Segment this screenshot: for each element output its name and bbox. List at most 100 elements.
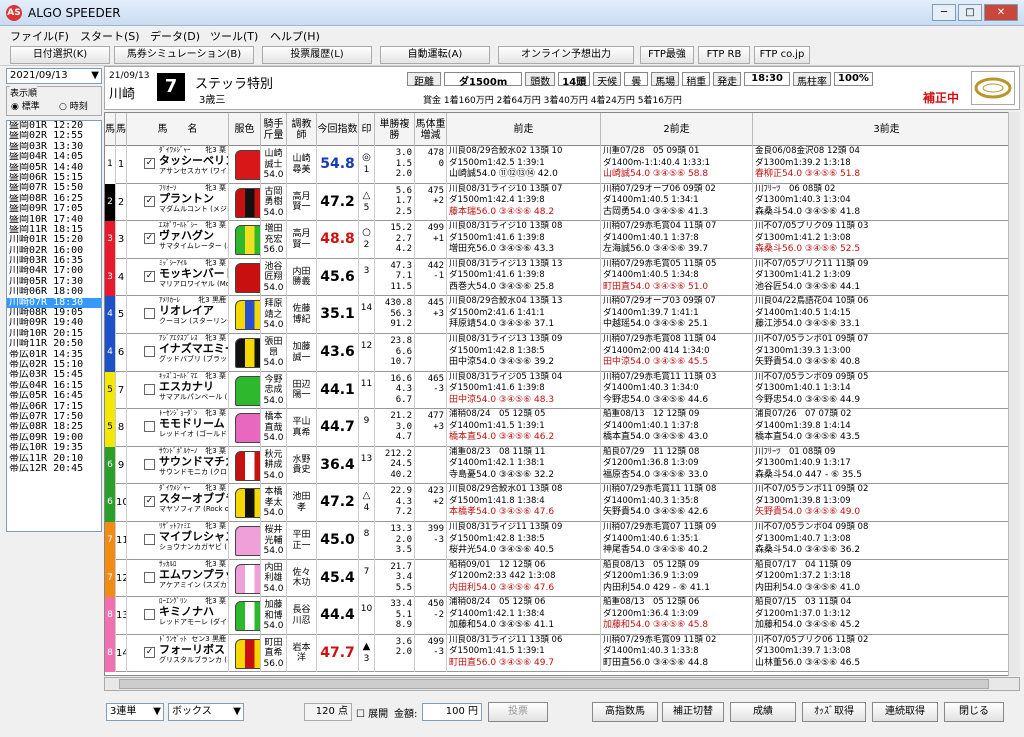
menu-item[interactable]: データ(D) [150,28,200,44]
menu-item[interactable]: ヘルプ(H) [270,28,320,44]
amount-input[interactable]: 100 円 [422,703,482,721]
previous-race-cell[interactable]: 浦稍08/24 05 12頭 06 ダ1400m1:42.1 1:38:4 加藤和5… [447,597,601,635]
previous-race-cell[interactable]: 川稍07/29オープ06 09頭 02 ダ1400m1:40.5 1:34:1 古岡… [601,183,753,222]
race-list-item[interactable]: 川崎01R 15:20 [7,235,101,245]
table-row[interactable]: 11✓ﾀﾞｲﾜﾒｼﾞｬｰ 牝3 栗タッシーベリンダアサンセスカヤ (ワイルドラッ… [105,146,1019,184]
maximize-button[interactable]: □ [958,4,982,21]
previous-race-cell[interactable]: 川稍07/29赤毛賞04 11頭 07 ダ1400m1:40.1 1:37:8 左海… [601,221,753,259]
horse-checkbox[interactable] [144,458,155,470]
previous-race-cell[interactable]: 浦稍08/24 05 12頭 05 ダ1400m1:41.5 1:39:1 橋本直5… [447,409,601,447]
previous-race-cell[interactable]: 浦良07/26 07 07頭 02 ダ1400m1:39.8 1:4:14 橋本直5… [753,409,1019,447]
horse-checkbox[interactable]: ✓ [144,233,155,245]
previous-race-cell[interactable]: 川良08/31ライジ11 13頭 09 ダ1500m1:42.8 1:38:5 桜井… [447,522,601,560]
previous-race-cell[interactable]: 川稍07/29赤毛賞11 11頭 03 ダ1400m1:40.3 1:34:0 今野… [601,371,753,410]
radio-time[interactable]: ○ 時刻 [59,99,88,112]
race-list-item[interactable]: 盛岡11R 18:15 [7,225,101,235]
bottom-action-button[interactable]: 閉じる [944,702,1004,722]
bottom-action-button[interactable]: 高指数馬 [592,702,658,722]
table-row[interactable]: 45ｱﾒﾘｶｰﾚ 牝3 黒鹿リオレイアクーヨン (スターリングローズ)拜原靖之5… [105,296,1019,334]
bottom-action-button[interactable]: 連続取得 [872,702,938,722]
race-list-item[interactable]: 帯広06R 17:15 [7,402,101,412]
race-list-item[interactable]: 川崎09R 19:40 [7,318,101,328]
previous-race-cell[interactable]: 川不07/05ランボ11 09頭 02 ダ1300m1:39.8 1:3:09 矢野… [753,484,1019,522]
race-list-item[interactable]: 川崎05R 17:30 [7,277,101,287]
table-row[interactable]: 712ｻｯｶﾙﾛ 牝3 栗エムワンプラッサムアケアミイン (スズカマンボ)内田利… [105,559,1019,598]
race-list-item[interactable]: 帯広04R 16:15 [7,381,101,391]
race-list-item[interactable]: 盛岡04R 14:05 [7,152,101,162]
table-row[interactable]: 711 ﾘｻﾞｯﾄﾌｧﾐｴ 牝3 栗マイブレシャスワンショウナンカガヤビ (フレン… [105,522,1019,560]
previous-race-cell[interactable]: 川不07/05ランボ09 09頭 05 ダ1300m1:40.1 1:3:14 今野… [753,372,1019,410]
previous-race-cell[interactable]: 川良08/31ライジ11 13頭 06 ダ1500m1:41.5 1:39:1 町田… [447,634,601,673]
horse-checkbox[interactable]: ✓ [144,158,155,169]
race-list-item[interactable]: 帯広03R 15:45 [7,370,101,380]
race-list-item[interactable]: 川崎03R 16:35 [7,256,101,266]
toolbar-button[interactable]: オンライン予想出力 [498,46,634,64]
race-list-item[interactable]: 川崎06R 18:00 [7,287,101,297]
horse-name[interactable]: イナズマエミール [159,343,228,355]
race-list-item[interactable]: 盛岡07R 15:50 [7,183,101,193]
table-row[interactable]: 34✓ﾐｯﾞｼｰｱｲﾙ 牝3 栗モッキンバードヒルマリアロワイヤル (Montj… [105,258,1019,297]
previous-race-cell[interactable]: 船良07/29 11 12頭 08 ダ1200m1:36.8 1:3:09 福原杏5… [601,446,753,485]
race-list-item[interactable]: 川崎04R 17:00 [7,266,101,276]
table-row[interactable]: 813 ﾛｰｴﾝｸﾞﾘﾝ 牝3 栗キミノナハレッドアモーレ (ダイワメジャー) 加藤… [105,597,1019,635]
previous-race-cell[interactable]: 川良08/29合鮫水01 13頭 08 ダ1500m1:41.8 1:38:4 本橋… [447,484,601,522]
horse-checkbox[interactable] [144,534,155,545]
race-list-item[interactable]: 帯広08R 18:25 [7,422,101,432]
horse-name[interactable]: タッシーベリンダ [159,155,228,167]
previous-race-cell[interactable]: 浦重08/23 08 11頭 11 ダ1400m1:42.1 1:38:1 寺島憂5… [447,446,601,485]
menu-item[interactable]: スタート(S) [80,28,140,44]
race-list-item[interactable]: 帯広07R 17:50 [7,412,101,422]
previous-race-cell[interactable]: 川良08/31ライジ10 13頭 08 ダ1500m1:41.6 1:39:8 増田… [447,221,601,259]
horse-checkbox[interactable]: ✓ [144,270,155,282]
horse-checkbox[interactable] [144,308,155,320]
race-list-item[interactable]: 盛岡08R 16:25 [7,194,101,204]
race-list-item[interactable]: 盛岡02R 12:55 [7,131,101,141]
previous-race-cell[interactable]: 船良07/15 03 11頭 04 ダ1200m1:37.0 1:3:12 加藤和5… [753,597,1019,635]
horse-name[interactable]: キミノナハ [159,606,228,618]
race-list-item[interactable]: 帯広10R 19:35 [7,443,101,453]
minimize-button[interactable]: ─ [932,4,956,21]
toolbar-button[interactable]: 日付選択(K) [10,46,110,64]
race-list-item[interactable]: 盛岡03R 13:30 [7,142,101,152]
previous-race-cell[interactable]: 川良08/29合鮫水04 13頭 13 ダ1500m2:41.6 1:41:1 拜原… [447,296,601,334]
table-row[interactable]: 610 ✓ﾀﾞｲﾜﾒｼﾞｬｰ 牝3 栗スターオブブラッドマヤソフィア (Rock … [105,484,1019,522]
horse-name[interactable]: エスカナリ [159,380,228,393]
race-list-item[interactable]: 盛岡10R 17:40 [7,215,101,225]
race-list[interactable]: 盛岡01R 12:20 盛岡02R 12:55 盛岡03R 13:30 盛岡04R 1… [6,120,102,532]
table-row[interactable]: 33 ✓ｴｽﾎﾟﾜｰﾙﾄﾞｼｰ 牝3 栗ヴァハグンサマタイムレーター (エンドスウ… [105,221,1019,259]
race-list-item[interactable]: 帯広05R 16:45 [7,391,101,401]
table-row[interactable]: 814 ✓ﾄﾞﾗﾝｾﾞｯﾄ セン3 黒鹿フォーリボスグリスタルブランカ (ネオユニ… [105,634,1019,673]
horse-name[interactable]: プラントン [159,192,228,205]
bottom-action-button[interactable]: 補正切替 [662,702,724,722]
horse-checkbox[interactable] [144,421,155,433]
previous-race-cell[interactable]: 川良08/31ライジ05 13頭 04 ダ1500m1:41.6 1:39:8 田中… [447,371,601,410]
previous-race-cell[interactable]: 川稍07/29赤毛賞11 11頭 08 ダ1400m1:40.3 1:35:8 矢野… [601,484,753,522]
horse-checkbox[interactable] [144,383,155,395]
previous-race-cell[interactable]: 金良06/08金沢08 12頭 04 ダ1300m1:39.2 1:3:18 春柳正… [753,146,1019,184]
race-list-item[interactable]: 帯広09R 19:00 [7,433,101,443]
previous-race-cell[interactable]: 川ﾌﾘｰﾂ 06 08頭 02 ダ1300m1:40.3 1:3:04 森桑斗54.… [753,184,1019,222]
bet-type-select[interactable]: 3連単 ▼ [106,703,164,721]
bottom-action-button[interactable]: 成績 [730,702,796,722]
race-list-item[interactable]: 川崎07R 18:30 [7,297,101,309]
horse-name[interactable]: モモドリーム [159,418,228,430]
menu-item[interactable]: ファイル(F) [10,28,69,44]
previous-race-cell[interactable]: 川不07/05ブリク11 11頭 09 ダ1300m1:41.2 1:3:09 池谷… [753,259,1019,297]
previous-race-cell[interactable]: 川重07/28 05 09頭 01 ダ1400m-1:1:40.4 1:33:1 山… [601,146,753,184]
previous-race-cell[interactable]: 川稍07/29オープ03 09頭 07 ダ1400m1:39.7 1:41:1 中越… [601,296,753,334]
toolbar-button[interactable]: 投票履歴(L) [262,46,372,64]
horizontal-scrollbar[interactable] [104,677,1020,691]
horse-checkbox[interactable] [144,609,155,621]
horse-name[interactable]: サウンドマチカ [159,455,228,468]
table-row[interactable]: 69 ｻｳﾝﾄﾞﾎﾟﾙｹｰﾉ 牝3 栗サウンドマチカサウンドモニカ (クロフネ) 秋… [105,446,1019,485]
race-list-item[interactable]: 川崎10R 20:15 [7,329,101,339]
previous-race-cell[interactable]: 川良08/31ライジ13 13頭 13 ダ1500m1:41.6 1:39:8 西巻… [447,258,601,297]
toolbar-button[interactable]: FTP co.jp [754,46,810,64]
vertical-scrollbar[interactable] [1008,112,1020,676]
horse-name[interactable]: モッキンバードヒル [159,267,228,280]
horse-checkbox[interactable]: ✓ [144,195,155,207]
bottom-action-button[interactable]: ｵｯｽﾞ取得 [802,702,866,722]
previous-race-cell[interactable]: 川良08/29合鮫水02 13頭 10 ダ1500m1:42.5 1:39:1 山崎… [447,146,601,184]
previous-race-cell[interactable]: 川良08/31ライジ13 13頭 09 ダ1500m1:42.8 1:38:5 田中… [447,334,601,372]
previous-race-cell[interactable]: 川稍07/29赤毛賞07 11頭 09 ダ1400m1:40.6 1:35:1 神尾… [601,522,753,560]
